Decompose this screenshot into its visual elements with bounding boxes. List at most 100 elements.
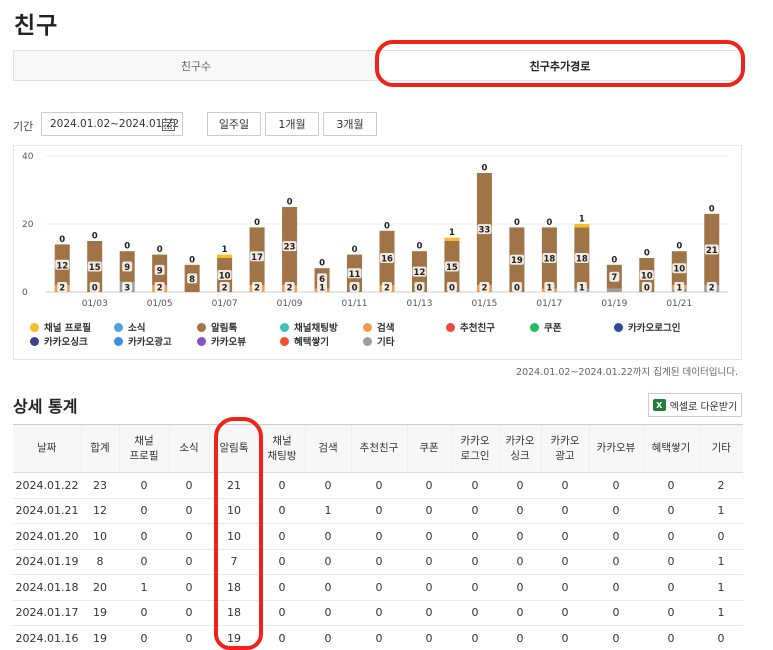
period-1month-button[interactable]: 1개월 xyxy=(265,112,319,136)
column-header: 카카오뷰 xyxy=(588,424,643,473)
page-title: 친구 xyxy=(14,13,59,39)
data-label: 0 xyxy=(644,249,650,259)
date-range-input[interactable]: 2024.01.02~2024.01.22 xyxy=(41,112,183,136)
table-cell: 0 xyxy=(259,625,305,650)
legend-item[interactable]: 알림톡 xyxy=(197,320,237,334)
table-cell: 2024.01.19 xyxy=(13,549,81,575)
legend-color-dot xyxy=(446,322,455,332)
legend-item[interactable]: 카카오로그인 xyxy=(614,320,680,334)
tab-friend-count[interactable]: 친구수 xyxy=(14,51,378,80)
table-cell: 10 xyxy=(81,523,119,550)
legend-item[interactable]: 기타 xyxy=(363,334,394,348)
excel-download-label: 엑셀로 다운받기 xyxy=(669,401,738,413)
data-label: 2 xyxy=(481,284,487,294)
table-cell: 0 xyxy=(451,574,499,601)
table-cell: 0 xyxy=(451,472,499,499)
data-label: 0 xyxy=(481,164,487,174)
data-label: 10 xyxy=(641,272,653,282)
table-cell: 2024.01.17 xyxy=(13,600,81,626)
table-cell: 0 xyxy=(119,549,169,575)
table-cell: 0 xyxy=(699,625,743,650)
table-cell: 18 xyxy=(209,600,259,626)
table-row: 2024.01.18 20 1 0 18 0 0 0 0 0 0 0 0 0 1 xyxy=(13,574,743,601)
legend-color-dot xyxy=(30,322,39,332)
legend-item[interactable]: 채널채팅방 xyxy=(280,320,338,334)
table-cell: 0 xyxy=(351,600,407,626)
legend-label: 채널채팅방 xyxy=(294,323,338,334)
table-cell: 2024.01.18 xyxy=(13,574,81,601)
legend-item[interactable]: 소식 xyxy=(114,320,145,334)
table-cell: 0 xyxy=(589,600,643,626)
data-label: 23 xyxy=(284,243,296,253)
legend-label: 기타 xyxy=(377,337,395,348)
bar-segment xyxy=(444,237,460,241)
tab-friend-add-path[interactable]: 친구추가경로 xyxy=(378,51,742,80)
table-cell: 0 xyxy=(451,549,499,575)
table-cell: 0 xyxy=(305,472,351,499)
excel-download-button[interactable]: X 엑셀로 다운받기 xyxy=(648,393,742,417)
data-label: 1 xyxy=(579,284,585,294)
data-label: 2 xyxy=(254,284,260,294)
table-cell: 0 xyxy=(499,523,541,550)
table-cell: 0 xyxy=(589,625,643,650)
table-cell: 1 xyxy=(119,574,169,601)
data-label: 6 xyxy=(319,275,325,285)
x-tick-label: 01/19 xyxy=(601,299,627,309)
legend-item[interactable]: 검색 xyxy=(363,320,394,334)
data-label: 15 xyxy=(446,263,458,273)
table-cell: 0 xyxy=(407,600,451,626)
data-label: 18 xyxy=(543,255,555,265)
table-cell: 0 xyxy=(699,523,743,550)
data-label: 17 xyxy=(251,253,263,263)
table-cell: 0 xyxy=(541,498,589,524)
data-label: 0 xyxy=(124,242,130,252)
table-cell: 0 xyxy=(169,600,209,626)
table-cell: 0 xyxy=(305,600,351,626)
legend-label: 카카오광고 xyxy=(128,337,172,348)
period-3month-button[interactable]: 3개월 xyxy=(323,112,377,136)
legend-item[interactable]: 쿠폰 xyxy=(530,320,561,334)
period-label: 기간 xyxy=(13,120,34,133)
y-tick-label: 40 xyxy=(22,152,34,162)
data-label: 0 xyxy=(157,245,163,255)
data-label: 2 xyxy=(222,284,228,294)
period-week-button[interactable]: 일주일 xyxy=(207,112,261,136)
legend-item[interactable]: 채널 프로필 xyxy=(30,320,91,334)
legend-item[interactable]: 카카오싱크 xyxy=(30,334,88,348)
data-label: 0 xyxy=(417,284,423,294)
column-header: 카카오 로그인 xyxy=(450,424,499,473)
table-cell: 0 xyxy=(643,549,699,575)
legend-item[interactable]: 카카오광고 xyxy=(114,334,172,348)
stats-table: 날짜 합계 채널 프로필 소식 알림톡 채널 채팅방 검색 추천친구 쿠폰 카카오 로그인 카카오 … xyxy=(13,424,743,650)
data-label: 0 xyxy=(319,259,325,269)
table-cell: 0 xyxy=(169,472,209,499)
column-header: 합계 xyxy=(80,424,119,473)
legend-item[interactable]: 추천친구 xyxy=(446,320,495,334)
table-cell: 0 xyxy=(643,600,699,626)
table-cell: 0 xyxy=(351,523,407,550)
legend-item[interactable]: 카카오뷰 xyxy=(197,334,246,348)
legend-label: 알림톡 xyxy=(211,323,238,334)
legend-color-dot xyxy=(197,322,206,332)
table-cell: 0 xyxy=(451,625,499,650)
table-cell: 0 xyxy=(305,625,351,650)
table-cell: 0 xyxy=(259,574,305,601)
legend-label: 쿠폰 xyxy=(544,323,562,334)
bar-segment xyxy=(217,254,233,258)
table-cell: 0 xyxy=(541,574,589,601)
table-cell: 23 xyxy=(81,472,119,499)
table-cell: 21 xyxy=(209,472,259,499)
legend-item[interactable]: 혜택쌓기 xyxy=(280,334,329,348)
table-cell: 0 xyxy=(407,574,451,601)
data-label: 18 xyxy=(576,255,588,265)
calendar-icon[interactable] xyxy=(162,118,175,131)
data-label: 21 xyxy=(706,246,718,256)
table-cell: 0 xyxy=(351,625,407,650)
legend-label: 소식 xyxy=(128,323,146,334)
x-tick-label: 01/11 xyxy=(342,299,368,309)
data-label: 0 xyxy=(417,242,423,252)
data-label: 33 xyxy=(479,226,491,236)
column-header: 검색 xyxy=(304,424,351,473)
table-cell: 0 xyxy=(305,549,351,575)
table-cell: 1 xyxy=(699,498,743,524)
